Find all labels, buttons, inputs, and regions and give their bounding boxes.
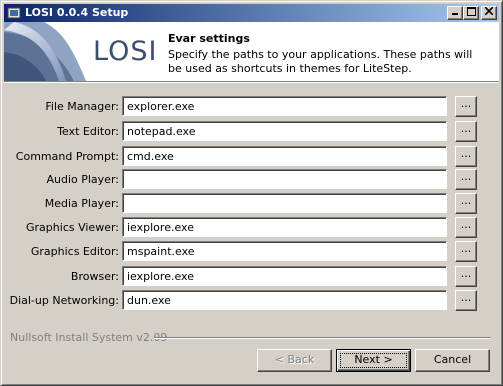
focus-rectangle (340, 353, 407, 368)
field-row: Audio Player:... (1, 169, 503, 191)
field-label: Command Prompt: (15, 150, 119, 163)
path-input[interactable]: dun.exe (122, 290, 447, 310)
field-row: Media Player:... (1, 193, 503, 215)
window-title: LOSI 0.0.4 Setup (25, 6, 129, 19)
logo-text: LOSI (93, 36, 158, 67)
cancel-button[interactable]: Cancel (415, 349, 490, 372)
close-icon (484, 6, 494, 16)
browse-button[interactable]: ... (455, 146, 477, 167)
browse-button[interactable]: ... (455, 241, 477, 262)
next-button[interactable]: Next > (336, 349, 411, 372)
setup-window: LOSI 0.0.4 Setup LOSI Evar settings Spec… (0, 0, 503, 386)
path-input[interactable]: cmd.exe (122, 146, 447, 166)
minimize-icon (452, 13, 458, 15)
page-description: Specify the paths to your applications. … (168, 48, 473, 75)
field-label: Audio Player: (46, 173, 119, 186)
minimize-button[interactable] (447, 6, 463, 20)
browse-button[interactable]: ... (455, 121, 477, 142)
field-row: Dial-up Networking: dun.exe... (1, 290, 503, 312)
field-row: Text Editor: notepad.exe... (1, 121, 503, 143)
header-divider-highlight (4, 82, 499, 83)
page-title: Evar settings (168, 32, 250, 45)
maximize-icon (466, 7, 476, 16)
field-row: Browser: iexplore.exe... (1, 266, 503, 288)
path-input[interactable]: notepad.exe (122, 121, 447, 141)
browse-button[interactable]: ... (455, 290, 477, 311)
field-label: Graphics Editor: (30, 245, 119, 258)
installer-brand: Nullsoft Install System v2.09 (10, 331, 168, 344)
maximize-button[interactable] (463, 6, 479, 20)
browse-button[interactable]: ... (455, 169, 477, 190)
header-panel: LOSI Evar settings Specify the paths to … (4, 22, 499, 81)
title-bar[interactable]: LOSI 0.0.4 Setup (4, 4, 499, 22)
field-label: Dial-up Networking: (9, 294, 119, 307)
back-button[interactable]: < Back (257, 349, 332, 372)
browse-button[interactable]: ... (455, 266, 477, 287)
field-row: Graphics Editor: mspaint.exe... (1, 241, 503, 263)
field-label: File Manager: (45, 100, 119, 113)
browse-button[interactable]: ... (455, 193, 477, 214)
close-button[interactable] (481, 6, 497, 20)
path-input[interactable]: explorer.exe (122, 96, 447, 116)
path-input[interactable]: iexplore.exe (122, 217, 447, 237)
field-label: Graphics Viewer: (26, 221, 119, 234)
field-row: Graphics Viewer: iexplore.exe... (1, 217, 503, 239)
path-input[interactable]: mspaint.exe (122, 241, 447, 261)
field-row: Command Prompt: cmd.exe... (1, 146, 503, 168)
path-input[interactable] (122, 169, 447, 189)
installer-icon (7, 7, 21, 19)
field-row: File Manager: explorer.exe... (1, 96, 503, 118)
browse-button[interactable]: ... (455, 96, 477, 117)
path-input[interactable] (122, 193, 447, 213)
field-label: Browser: (70, 270, 119, 283)
path-input[interactable]: iexplore.exe (122, 266, 447, 286)
browse-button[interactable]: ... (455, 217, 477, 238)
field-label: Text Editor: (57, 125, 119, 138)
field-label: Media Player: (44, 197, 119, 210)
footer-divider-highlight (154, 338, 491, 339)
losi-logo: LOSI (4, 22, 160, 81)
